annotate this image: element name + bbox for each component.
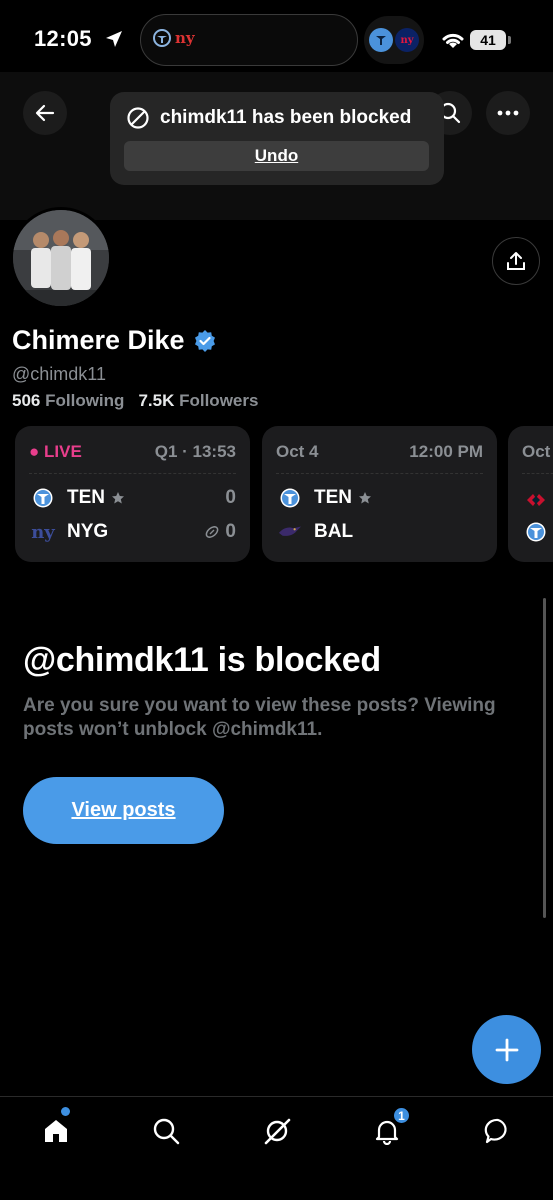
block-icon — [127, 107, 149, 129]
dynamic-island[interactable]: ny — [140, 14, 358, 66]
back-button[interactable] — [23, 91, 67, 135]
profile-handle: @chimdk11 — [12, 364, 106, 384]
live-indicator: ● LIVE — [29, 442, 82, 461]
titans-logo-icon — [31, 486, 55, 510]
home-unread-dot — [61, 1107, 70, 1116]
status-bar: 12:05 ny ny 41 — [0, 0, 553, 80]
team-name: TEN — [314, 487, 352, 508]
plus-icon — [495, 1038, 518, 1061]
following-label: Following — [45, 391, 125, 410]
messages-icon — [484, 1118, 507, 1144]
toast-message-row: chimdk11 has been blocked — [126, 106, 411, 130]
search-icon — [153, 1118, 180, 1145]
share-icon — [507, 252, 525, 270]
titans-logo-icon — [369, 28, 393, 52]
team-score: 0 — [225, 521, 236, 542]
profile-name-row: Chimere Dike — [12, 325, 217, 356]
team-name: BAL — [314, 521, 354, 542]
possession-football-icon — [206, 526, 219, 538]
titans-logo-icon — [278, 486, 302, 510]
titans-logo-icon — [153, 29, 171, 47]
compose-post-button[interactable] — [472, 1015, 541, 1084]
ravens-logo-icon — [278, 520, 302, 544]
share-button[interactable] — [492, 237, 540, 285]
game-time: 12:00 PM — [409, 442, 483, 461]
favorite-star-icon — [112, 492, 124, 504]
nav-grok[interactable] — [257, 1111, 297, 1151]
game-date: Oct — [522, 442, 551, 461]
team-row: TEN — [278, 486, 483, 510]
followers-link[interactable]: 7.5K Followers — [138, 391, 258, 411]
island-live-activity: ny — [151, 29, 195, 47]
giants-logo-icon: ny — [31, 521, 55, 543]
team-row: ny NYG 0 — [31, 520, 236, 544]
game-card-header: Oct 4 12:00 PM — [276, 442, 483, 462]
nav-messages[interactable] — [478, 1111, 518, 1151]
undo-button[interactable]: Undo — [124, 141, 429, 171]
team-name: NYG — [67, 521, 109, 542]
notification-badge: 1 — [392, 1106, 411, 1125]
blocked-toast: chimdk11 has been blocked Undo — [110, 92, 444, 185]
game-clock: Q1 · 13:53 — [154, 442, 236, 461]
followers-label: Followers — [179, 391, 259, 410]
more-options-button[interactable] — [486, 91, 530, 135]
view-posts-button[interactable]: View posts — [23, 777, 224, 844]
avatar[interactable] — [10, 207, 112, 309]
team-score-group: 0 — [204, 521, 236, 543]
island-team-label: ny — [175, 29, 195, 47]
following-count: 506 — [12, 391, 41, 410]
battery-indicator: 41 — [470, 30, 506, 50]
live-game-pill[interactable]: ny — [364, 16, 424, 64]
card-divider — [522, 473, 553, 474]
home-icon — [45, 1120, 67, 1142]
profile-name: Chimere Dike — [12, 325, 185, 355]
battery-tip — [508, 36, 511, 44]
card-divider — [276, 473, 483, 474]
toast-message: chimdk11 has been blocked — [160, 107, 412, 128]
wifi-icon — [442, 33, 464, 48]
more-dots-icon — [497, 110, 519, 116]
texans-logo-icon — [527, 494, 545, 506]
blocked-description: Are you sure you want to view these post… — [23, 695, 496, 740]
game-date: Oct 4 — [276, 442, 319, 461]
live-label: LIVE — [44, 442, 82, 461]
following-link[interactable]: 506 Following — [12, 391, 124, 411]
back-arrow-icon — [35, 104, 55, 122]
nav-home[interactable] — [36, 1111, 76, 1151]
giants-logo-icon: ny — [395, 28, 419, 52]
follow-stats: 506 Following 7.5K Followers — [12, 391, 258, 411]
blocked-title: @chimdk11 is blocked — [23, 641, 381, 679]
location-arrow-icon — [106, 31, 122, 47]
game-card-header: Oct — [522, 442, 550, 462]
team-score: 0 — [225, 487, 236, 508]
team-row: BAL — [278, 520, 483, 544]
avatar-photo — [13, 210, 109, 306]
scrollbar[interactable] — [543, 598, 546, 918]
team-name: TEN — [67, 487, 105, 508]
grok-icon — [264, 1118, 291, 1145]
followers-count: 7.5K — [138, 391, 175, 410]
favorite-star-icon — [359, 492, 371, 504]
nav-search[interactable] — [146, 1111, 186, 1151]
titans-logo-icon — [526, 522, 546, 542]
game-card-header: ● LIVE Q1 · 13:53 — [29, 442, 236, 462]
bottom-navigation: 1 — [0, 1096, 553, 1200]
verified-badge-icon[interactable] — [193, 329, 217, 353]
card-divider — [29, 473, 236, 474]
status-time: 12:05 — [34, 26, 92, 51]
game-card-partial[interactable]: Oct — [508, 426, 553, 562]
team-row: TEN 0 — [31, 486, 236, 510]
